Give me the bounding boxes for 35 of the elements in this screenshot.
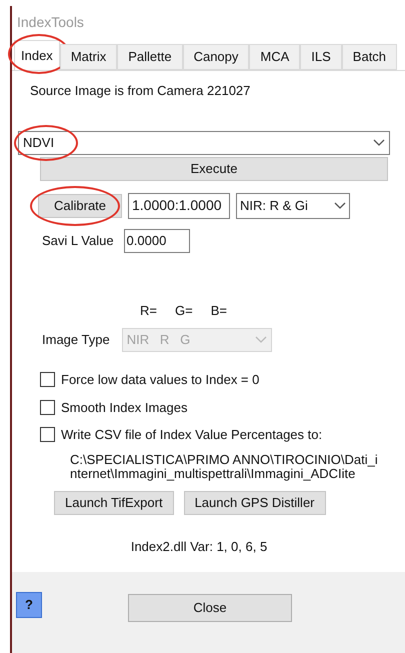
launch-button[interactable]: Launch GPS Distiller — [184, 490, 326, 514]
calibration-field[interactable]: 1.0000:1.0000 — [128, 192, 230, 218]
help-button[interactable]: ? — [16, 592, 42, 618]
checkbox-label: Force low data values to Index = 0 — [61, 371, 260, 389]
channel-header: R= — [140, 302, 157, 320]
index-dropdown[interactable]: NDVI — [18, 130, 390, 154]
channel-dropdown[interactable]: NIR: R & Gi — [236, 192, 350, 218]
launch-button[interactable]: Launch TifExport — [54, 490, 174, 514]
checkbox[interactable] — [40, 427, 55, 442]
checkbox[interactable] — [40, 372, 55, 388]
checkbox-label: Write CSV file of Index Value Percentages to: — [61, 426, 322, 444]
chevron-down-icon — [373, 138, 385, 146]
checkbox[interactable] — [40, 400, 55, 415]
execute-button[interactable]: Execute — [40, 156, 388, 180]
close-button[interactable]: Close — [128, 594, 292, 622]
savi-field[interactable]: 0.0000 — [124, 228, 190, 252]
window-title: IndexTools — [17, 13, 84, 32]
channel-header: B= — [210, 302, 227, 320]
tab[interactable]: Batch — [342, 44, 398, 70]
tab[interactable]: Index — [14, 40, 60, 70]
chevron-down-icon — [334, 202, 346, 210]
tab[interactable]: Pallette — [117, 44, 183, 70]
tab[interactable]: Matrix — [60, 44, 118, 70]
tab[interactable]: Canopy — [182, 44, 250, 70]
image-type-label: Image Type — [42, 331, 110, 350]
tab[interactable]: ILS — [300, 44, 342, 70]
chevron-down-icon — [254, 336, 267, 344]
tab[interactable]: MCA — [249, 44, 300, 70]
source-text: Source Image is from Camera 221027 — [29, 82, 252, 100]
checkbox-label: Smooth Index Images — [61, 398, 188, 417]
version-text: Index2.dll Var: 1, 0, 6, 5 — [130, 538, 268, 556]
calibrate-button[interactable]: Calibrate — [38, 194, 122, 218]
channel-header: G= — [174, 302, 193, 320]
savi-label: Savi L Value — [42, 232, 114, 250]
csv-path: C:\SPECIALISTICA\PRIMO ANNO\TIROCINIO\Dati_internet\Immagini_multispettrali\Immagini_ADCIite — [70, 452, 379, 480]
